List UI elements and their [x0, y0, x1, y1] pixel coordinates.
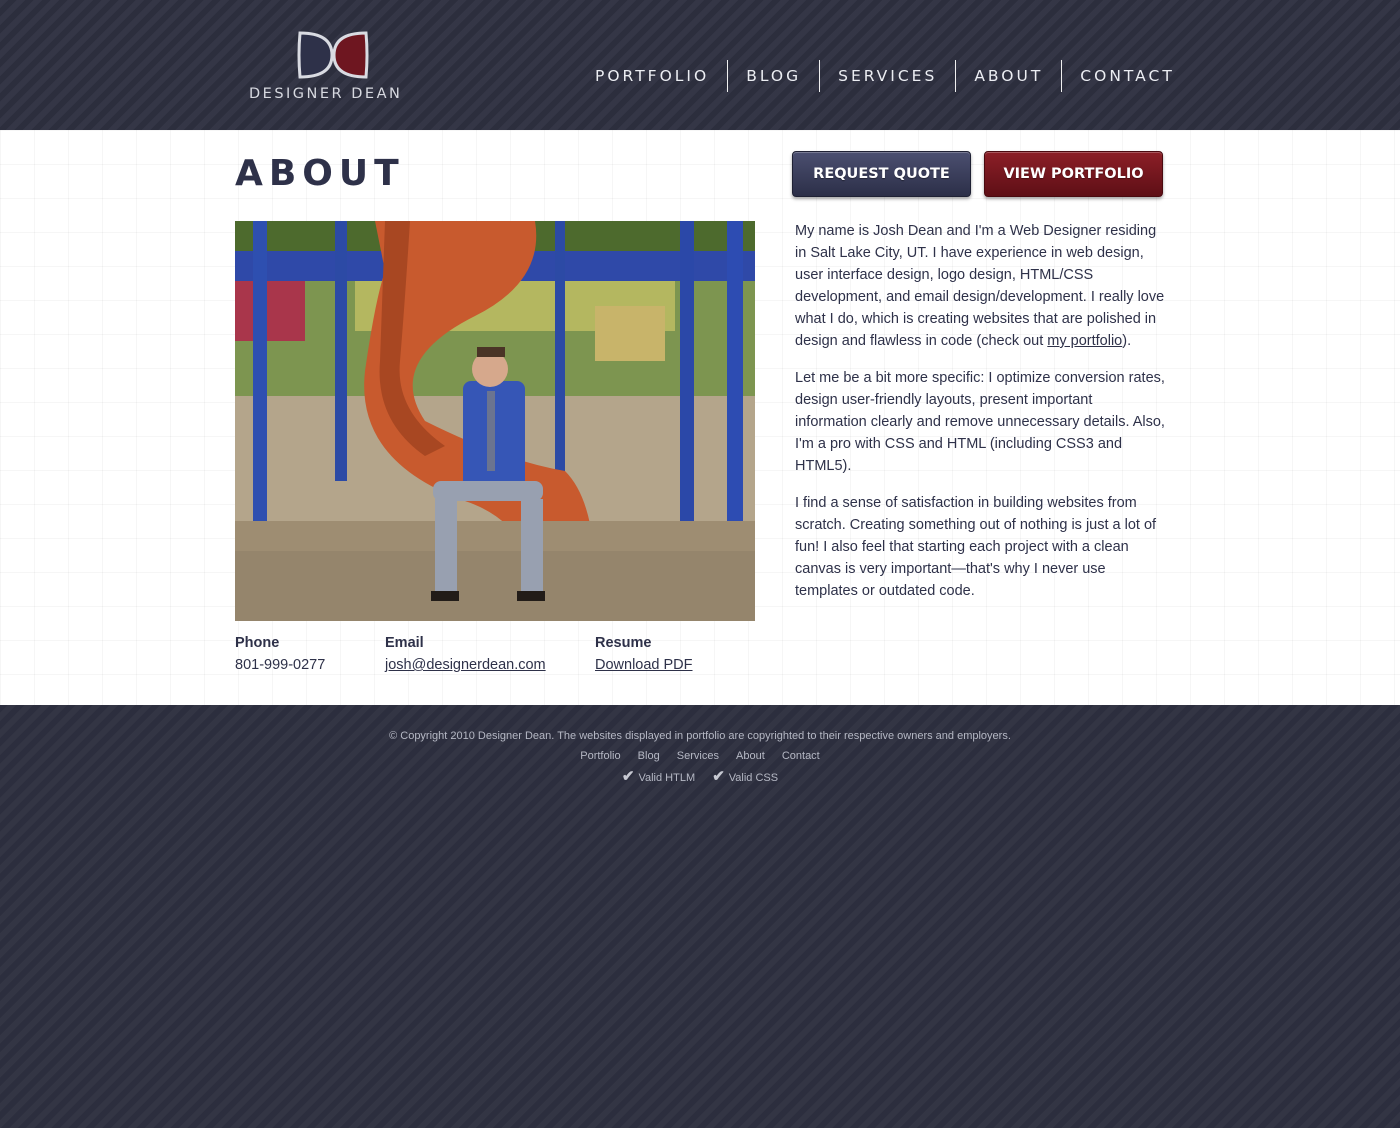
bio-p1-end: ).	[1122, 333, 1132, 349]
bio-paragraph-2: Let me be a bit more specific: I optimiz…	[795, 370, 1165, 474]
valid-css-badge[interactable]: ✔ Valid CSS	[712, 768, 779, 785]
valid-css-label: Valid CSS	[728, 772, 779, 784]
nav-services[interactable]: SERVICES	[819, 60, 955, 92]
request-quote-button[interactable]: REQUEST QUOTE	[792, 151, 971, 197]
view-portfolio-button[interactable]: VIEW PORTFOLIO	[984, 151, 1163, 197]
logo[interactable]: DESIGNER DEAN	[249, 30, 419, 105]
footer-link-about[interactable]: About	[736, 750, 765, 762]
checkmark-icon: ✔	[712, 768, 725, 785]
footer-link-portfolio[interactable]: Portfolio	[580, 750, 620, 762]
bio-text: My name is Josh Dean and I'm a Web Desig…	[795, 220, 1167, 617]
nav-about[interactable]: ABOUT	[955, 60, 1061, 92]
resume-info: Resume Download PDF	[595, 635, 693, 675]
email-info: Email josh@designerdean.com	[385, 635, 546, 675]
site-header: DESIGNER DEAN PORTFOLIO BLOG SERVICES AB…	[0, 0, 1400, 130]
nav-contact[interactable]: CONTACT	[1061, 60, 1193, 92]
phone-value: 801-999-0277	[235, 657, 326, 673]
bio-paragraph-3: I find a sense of satisfaction in buildi…	[795, 495, 1157, 599]
bio-p1-text: My name is Josh Dean and I'm a Web Desig…	[795, 223, 1165, 349]
email-link[interactable]: josh@designerdean.com	[385, 655, 546, 675]
footer-link-services[interactable]: Services	[677, 750, 719, 762]
valid-html-badge[interactable]: ✔ Valid HTLM	[622, 768, 696, 785]
page-title: ABOUT	[235, 153, 405, 194]
resume-download-link[interactable]: Download PDF	[595, 655, 693, 675]
my-portfolio-link[interactable]: my portfolio	[1047, 333, 1122, 349]
logo-text: DESIGNER DEAN	[249, 86, 403, 102]
copyright-text: © Copyright 2010 Designer Dean. The webs…	[389, 730, 1011, 742]
phone-info: Phone 801-999-0277	[235, 635, 325, 675]
phone-label: Phone	[235, 635, 280, 651]
footer-nav: Portfolio Blog Services About Contact	[0, 746, 1400, 766]
main-content: ABOUT REQUEST QUOTE VIEW PORTFOLIO Phone…	[0, 130, 1400, 705]
valid-html-label: Valid HTLM	[638, 772, 696, 784]
email-label: Email	[385, 635, 424, 651]
bowtie-logo-icon	[297, 31, 369, 79]
footer-link-contact[interactable]: Contact	[782, 750, 820, 762]
footer-link-blog[interactable]: Blog	[638, 750, 660, 762]
nav-blog[interactable]: BLOG	[727, 60, 819, 92]
resume-label: Resume	[595, 635, 652, 651]
nav-portfolio[interactable]: PORTFOLIO	[577, 60, 727, 92]
main-nav: PORTFOLIO BLOG SERVICES ABOUT CONTACT	[577, 60, 1193, 92]
checkmark-icon: ✔	[621, 768, 635, 785]
site-footer: © Copyright 2010 Designer Dean. The webs…	[0, 726, 1400, 788]
validation-badges: ✔ Valid HTLM ✔ Valid CSS	[0, 766, 1400, 788]
bio-paragraph-1: My name is Josh Dean and I'm a Web Desig…	[795, 220, 1167, 352]
profile-photo	[235, 221, 755, 621]
